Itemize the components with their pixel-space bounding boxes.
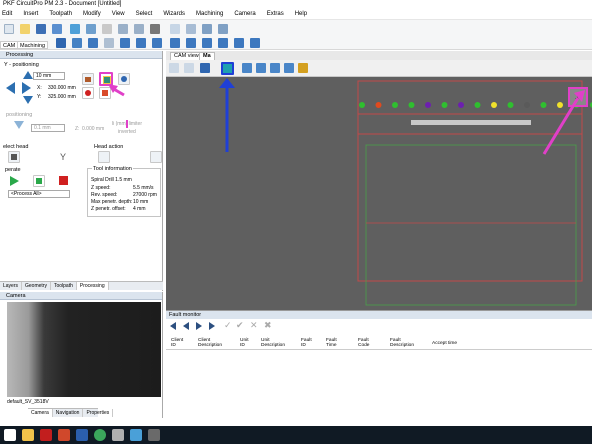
windows-start-icon[interactable]: [4, 429, 16, 441]
acrobat-icon[interactable]: [40, 429, 52, 441]
powerpoint-icon[interactable]: [58, 429, 70, 441]
taskbar: [0, 426, 592, 444]
chrome-icon[interactable]: [94, 429, 106, 441]
word-icon[interactable]: [76, 429, 88, 441]
settings-icon[interactable]: [130, 429, 142, 441]
magenta-arrow-right: [542, 97, 580, 155]
circuitpro-icon[interactable]: [112, 429, 124, 441]
app-icon[interactable]: [148, 429, 160, 441]
file-explorer-icon[interactable]: [22, 429, 34, 441]
annotation-overlay: [108, 78, 585, 155]
blue-arrow-head: [219, 78, 235, 88]
